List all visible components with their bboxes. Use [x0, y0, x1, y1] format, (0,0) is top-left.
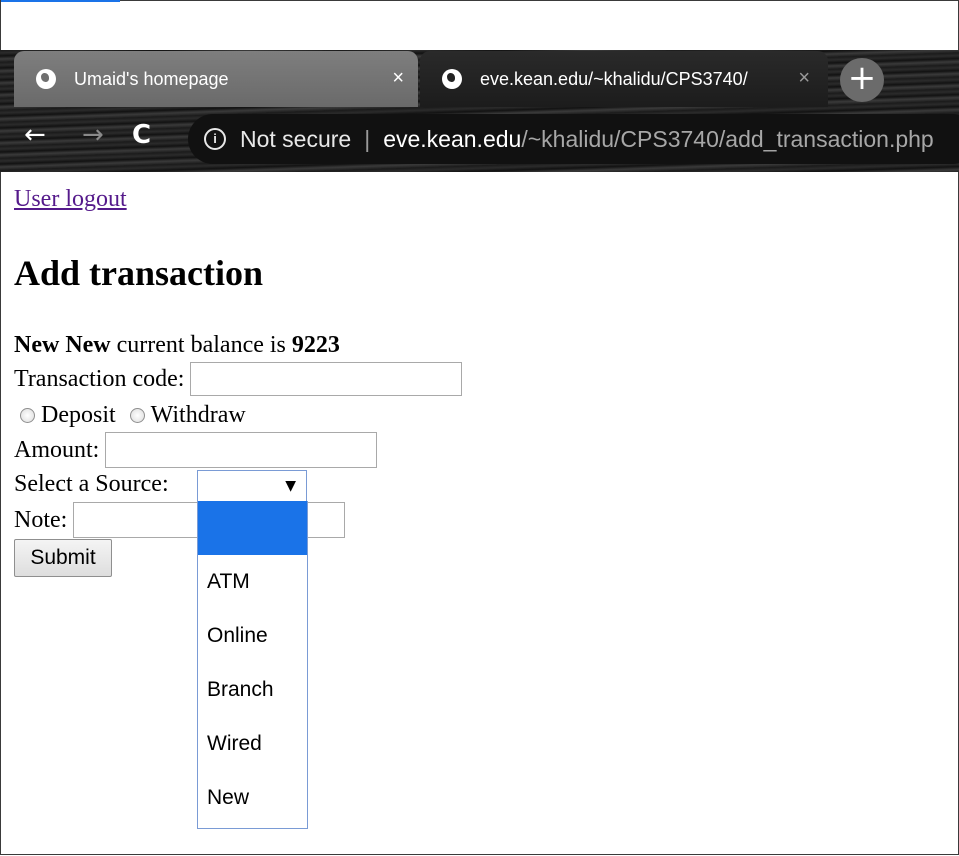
user-logout-link[interactable]: User logout — [14, 186, 127, 213]
source-dropdown-list: ATM Online Branch Wired New — [197, 501, 308, 829]
balance-text: current balance is — [110, 332, 292, 358]
source-row: Select a Source: — [14, 471, 169, 498]
customer-name: New New — [14, 332, 111, 358]
submit-button[interactable]: Submit — [14, 539, 112, 577]
source-label: Select a Source: — [14, 471, 169, 497]
transaction-code-row: Transaction code: — [14, 362, 463, 396]
transaction-code-label: Transaction code: — [14, 365, 185, 392]
new-tab-button[interactable]: + — [840, 58, 884, 102]
balance-amount: 9223 — [291, 332, 340, 358]
amount-input[interactable] — [105, 432, 378, 468]
transaction-code-input[interactable] — [190, 362, 463, 396]
tab-umaid-homepage[interactable]: Umaid's homepage × — [14, 51, 418, 107]
tab-title: Umaid's homepage — [74, 68, 229, 89]
source-option-branch[interactable]: Branch — [198, 663, 307, 717]
source-option-atm[interactable]: ATM — [198, 555, 307, 609]
type-radio-row: Deposit Withdraw — [14, 402, 246, 429]
balance-line: New New current balance is 9223 — [14, 332, 340, 359]
deposit-label[interactable]: Deposit — [41, 402, 116, 429]
globe-icon — [442, 69, 462, 89]
url-path: /~khalidu/CPS3740/add_transaction.php — [521, 125, 934, 152]
browser-toolbar: ← → C i Not secure | eve.kean.edu/~khali… — [0, 108, 959, 170]
close-icon[interactable]: × — [392, 67, 404, 90]
omnibox-separator: | — [364, 125, 371, 152]
withdraw-radio[interactable] — [129, 408, 145, 423]
source-option-online[interactable]: Online — [198, 609, 307, 663]
source-option-blank[interactable] — [198, 501, 307, 555]
tab-add-transaction[interactable]: eve.kean.edu/~khalidu/CPS3740/ × — [420, 51, 828, 107]
close-icon[interactable]: × — [798, 67, 810, 90]
amount-row: Amount: — [14, 432, 378, 468]
address-bar[interactable]: i Not secure | eve.kean.edu/~khalidu/CPS… — [188, 114, 959, 164]
info-icon[interactable]: i — [204, 128, 226, 150]
note-label: Note: — [14, 506, 68, 533]
url-host: eve.kean.edu — [383, 125, 522, 152]
forward-button[interactable]: → — [82, 120, 104, 150]
deposit-radio[interactable] — [20, 408, 35, 423]
amount-label: Amount: — [14, 436, 100, 463]
tab-title: eve.kean.edu/~khalidu/CPS3740/ — [480, 68, 748, 89]
page-title: Add transaction — [14, 253, 264, 293]
security-label[interactable]: Not secure — [240, 126, 351, 153]
dropdown-arrow-icon: ▼ — [285, 478, 296, 494]
source-option-new[interactable]: New — [198, 771, 307, 825]
source-option-wired[interactable]: Wired — [198, 717, 307, 771]
back-button[interactable]: ← — [24, 120, 46, 150]
withdraw-label[interactable]: Withdraw — [151, 402, 246, 429]
globe-icon — [36, 69, 56, 89]
reload-button[interactable]: C — [132, 120, 151, 150]
source-select[interactable]: ▼ — [197, 470, 307, 502]
tab-strip: Umaid's homepage × eve.kean.edu/~khalidu… — [0, 50, 959, 108]
